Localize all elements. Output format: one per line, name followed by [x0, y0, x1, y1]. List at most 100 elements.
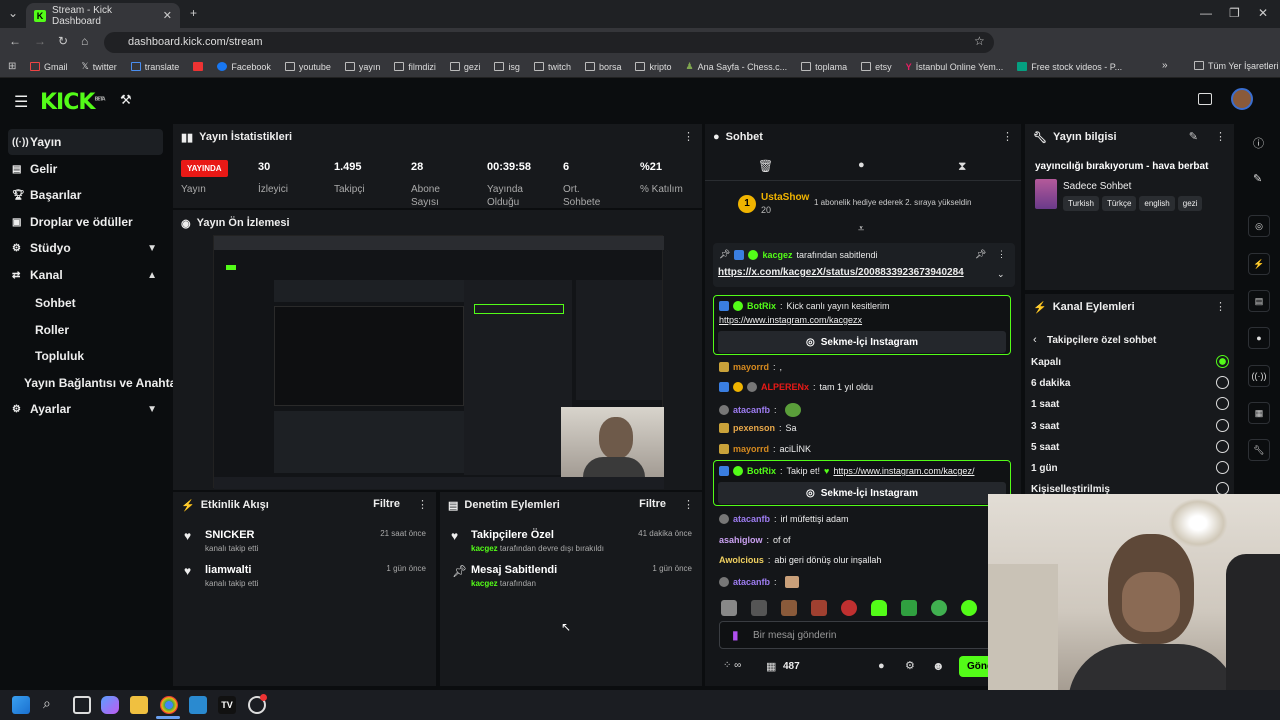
option-1-gun[interactable]: 1 gün — [1031, 461, 1229, 474]
chat-username[interactable]: atacanfb — [733, 405, 770, 415]
hamburger-menu-icon[interactable]: ☰ — [14, 92, 28, 112]
emote-picker-icon[interactable]: ▮ — [732, 628, 739, 642]
stats-menu-icon[interactable]: ⋮ — [683, 130, 694, 143]
chat-username[interactable]: BotRix — [747, 466, 776, 476]
sidebar-item-gelir[interactable]: ▤ Gelir — [8, 156, 163, 182]
sidebar-item-connection[interactable]: Yayın Bağlantısı ve Anahtarı — [24, 376, 184, 390]
emote-icon[interactable] — [901, 600, 917, 616]
sidebar-item-studyo[interactable]: ⚙ Stüdyo ▼ — [8, 235, 163, 261]
bookmark-item[interactable]: toplama — [801, 62, 847, 72]
bookmark-item[interactable]: Gmail — [30, 62, 68, 72]
tab-search-icon[interactable]: ⌄ — [8, 6, 18, 20]
users-icon[interactable]: ☻ — [932, 659, 945, 673]
bookmark-item[interactable] — [193, 62, 204, 71]
sidebar-item-basarilar[interactable]: 🏆︎ Başarılar — [8, 182, 163, 208]
chat-username[interactable]: BotRix — [747, 301, 776, 311]
channel-actions-menu-icon[interactable]: ⋮ — [1215, 300, 1226, 313]
option-5-saat[interactable]: 5 saat — [1031, 440, 1229, 453]
category-name[interactable]: Sadece Sohbet — [1063, 181, 1131, 192]
activity-filter-button[interactable]: Filtre — [373, 498, 400, 510]
info-icon[interactable]: ⓘ — [1253, 135, 1264, 151]
pinned-link[interactable]: https://x.com/kacgezX/status/20088339236… — [718, 267, 964, 278]
chat-mode-icon[interactable]: ● — [858, 159, 865, 171]
instagram-button[interactable]: ◎ Sekme-İçi Instagram — [718, 331, 1006, 353]
emote-icon[interactable] — [961, 600, 977, 616]
bookmark-item[interactable]: isg — [494, 62, 520, 72]
file-explorer-icon[interactable] — [130, 696, 148, 714]
moderation-menu-icon[interactable]: ⋮ — [683, 498, 694, 511]
bookmark-item[interactable]: twitch — [533, 62, 571, 72]
chat-username[interactable]: atacanfb — [733, 514, 770, 524]
stream-preview-video[interactable] — [213, 235, 664, 489]
chevron-down-icon[interactable]: ⌄ — [997, 269, 1005, 280]
top-gifter-name[interactable]: UstaShow — [761, 192, 809, 203]
chat-username[interactable]: mayorrd — [733, 362, 769, 372]
pin-tool-icon[interactable]: ⚒ — [120, 92, 132, 108]
moderation-filter-button[interactable]: Filtre — [639, 498, 666, 510]
apps-icon[interactable]: ⊞ — [8, 61, 16, 72]
bookmark-item[interactable]: 𝕏twitter — [82, 61, 117, 72]
emote-icon[interactable] — [871, 600, 887, 616]
radio[interactable] — [1216, 419, 1229, 432]
chat-username[interactable]: mayorrd — [733, 444, 769, 454]
chat-username[interactable]: atacanfb — [733, 577, 770, 587]
pinned-menu-icon[interactable]: ⋮ — [997, 249, 1006, 260]
more-bookmarks-icon[interactable]: » — [1162, 60, 1168, 71]
bookmark-star-icon[interactable]: ☆ — [974, 34, 985, 48]
option-6-dakika[interactable]: 6 dakika — [1031, 376, 1229, 389]
emote-icon[interactable] — [931, 600, 947, 616]
sidebar-subitem-topluluk[interactable]: Topluluk — [35, 349, 84, 363]
chat-input[interactable]: ▮ Bir mesaj gönderin — [719, 621, 999, 649]
option-1-saat[interactable]: 1 saat — [1031, 397, 1229, 410]
sidebar-item-droplar[interactable]: ▣ Droplar ve ödüller — [8, 209, 163, 235]
close-tab-icon[interactable]: ✕ — [163, 9, 172, 22]
tradingview-icon[interactable]: TV — [218, 696, 236, 714]
radio[interactable] — [1216, 440, 1229, 453]
option-kapali[interactable]: Kapalı — [1031, 355, 1229, 368]
emote-icon[interactable] — [781, 600, 797, 616]
chat-menu-icon[interactable]: ⋮ — [1002, 130, 1013, 143]
edit-pencil-icon[interactable]: ✎ — [1189, 130, 1198, 143]
chat-link[interactable]: https://www.instagram.com/kacgezx — [719, 315, 862, 325]
unpin-icon[interactable]: 📌︎ — [975, 249, 986, 260]
pinned-by-user[interactable]: kacgez — [762, 250, 792, 260]
edit-icon[interactable]: ✎ — [1253, 172, 1262, 185]
bookmark-item[interactable]: etsy — [861, 62, 892, 72]
radio[interactable] — [1216, 397, 1229, 410]
back-chevron-icon[interactable]: ‹ — [1033, 334, 1037, 346]
maximize-icon[interactable]: ❐ — [1229, 6, 1240, 20]
chat-username[interactable]: asahiglow — [719, 535, 763, 545]
chat-username[interactable]: ALPERENx — [761, 382, 809, 392]
instagram-button[interactable]: ◎ Sekme-İçi Instagram — [718, 482, 1006, 504]
search-icon[interactable]: ⌕ — [43, 695, 51, 712]
bookmark-item[interactable]: borsa — [584, 62, 621, 72]
bookmark-item[interactable]: Y İstanbul Online Yem... — [906, 62, 1004, 72]
sidebar-item-ayarlar[interactable]: ⚙ Ayarlar ▼ — [8, 396, 163, 422]
sidebar-item-yayin[interactable]: ((·)) Yayın — [8, 129, 163, 155]
back-icon[interactable]: ← — [9, 34, 21, 48]
task-view-icon[interactable] — [73, 696, 91, 714]
infinity-icon[interactable]: ⁘ ∞ — [723, 660, 741, 671]
forward-icon[interactable]: → — [34, 34, 46, 48]
rail-doc-icon[interactable]: ▤ — [1248, 290, 1270, 312]
home-icon[interactable]: ⌂ — [81, 34, 88, 48]
windows-start-icon[interactable] — [12, 696, 30, 714]
rail-chat-icon[interactable]: ● — [1248, 327, 1270, 349]
bookmark-item[interactable]: Facebook — [217, 62, 271, 72]
trash-icon[interactable]: 🗑︎ — [758, 159, 773, 173]
bookmark-item[interactable]: Free stock videos - P... — [1017, 62, 1122, 72]
bookmark-item[interactable]: ♟ Ana Sayfa - Chess.c... — [686, 61, 788, 72]
sidebar-subitem-roller[interactable]: Roller — [35, 323, 69, 337]
bookmark-item[interactable]: kripto — [635, 62, 672, 72]
emote-icon[interactable] — [811, 600, 827, 616]
activity-menu-icon[interactable]: ⋮ — [417, 498, 428, 511]
rail-layout-icon[interactable]: ▦ — [1248, 402, 1270, 424]
kick-logo[interactable]: KICKBETA — [40, 90, 106, 115]
sidebar-subitem-sohbet[interactable]: Sohbet — [35, 296, 76, 310]
radio[interactable] — [1216, 461, 1229, 474]
user-avatar[interactable] — [1231, 88, 1253, 110]
chat-settings-icon[interactable]: ⚙ — [905, 659, 915, 672]
close-window-icon[interactable]: ✕ — [1258, 6, 1268, 20]
creator-icon[interactable] — [1198, 93, 1212, 105]
copilot-icon[interactable] — [101, 696, 119, 714]
